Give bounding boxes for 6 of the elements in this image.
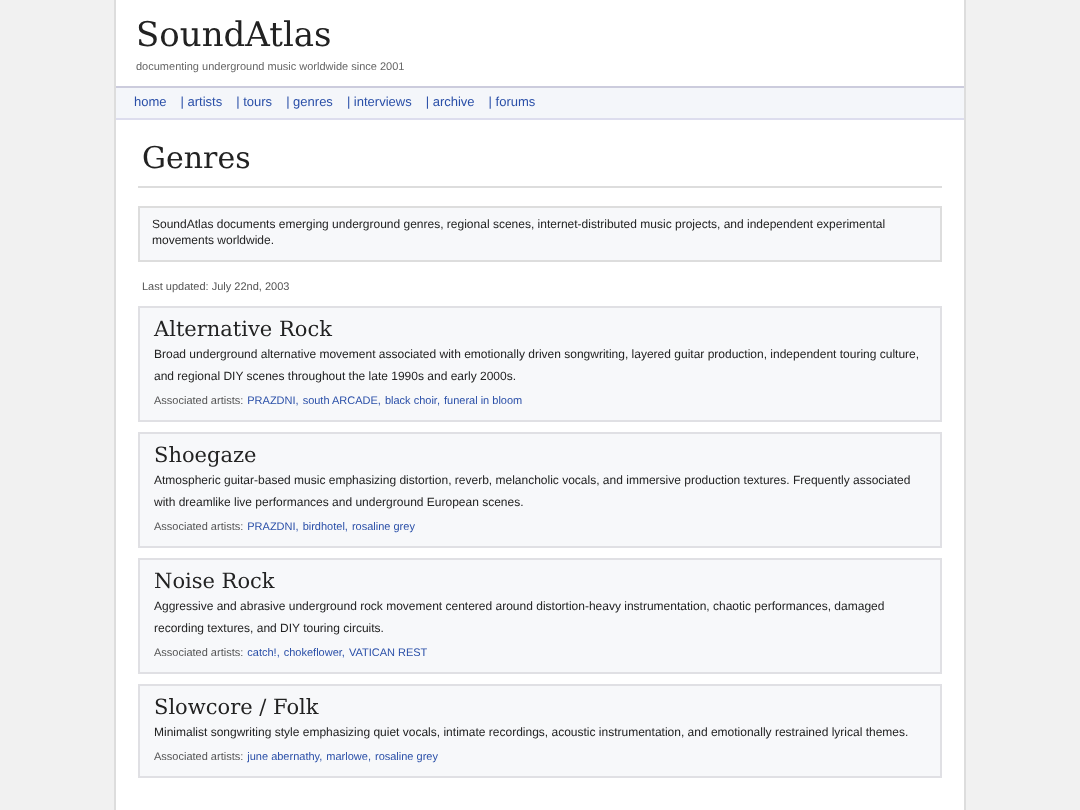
genre-title: Noise Rock bbox=[154, 570, 277, 594]
genre-title: Alternative Rock bbox=[154, 318, 334, 342]
genre-title: Slowcore / Folk bbox=[154, 696, 321, 720]
genre-title: Shoegaze bbox=[154, 444, 259, 468]
site-title: SoundAtlas bbox=[136, 16, 334, 56]
page-heading: Genres bbox=[138, 136, 942, 188]
